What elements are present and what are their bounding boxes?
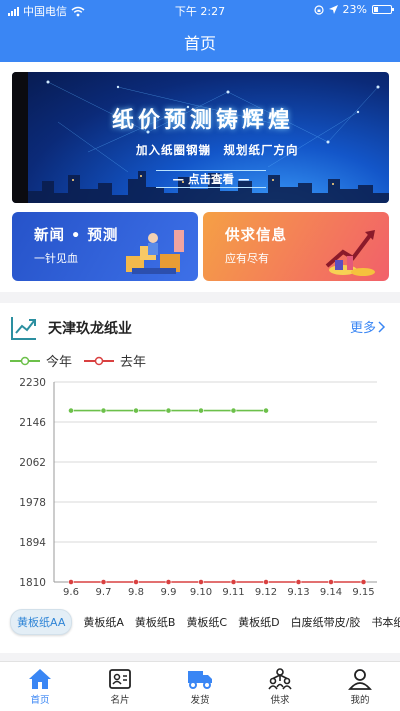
tab-supply-demand-label: 供求 (270, 695, 290, 706)
news-forecast-card[interactable]: 新闻 • 预测 一针见血 (12, 212, 198, 281)
screen: 中国电信 下午 2:27 23% 首页 纸价预测铸辉煌 加入纸圈钢镚 规划纸厂方… (0, 0, 400, 711)
paper-type-tab-active[interactable]: 黄板纸AA (10, 609, 73, 635)
paper-type-tab[interactable]: 黄板纸B (135, 614, 176, 630)
data-point-last-year (198, 579, 204, 585)
banner-title: 纸价预测铸辉煌 (112, 108, 295, 133)
chart-legend: 今年 去年 (10, 351, 158, 370)
chevron-right-icon (378, 320, 386, 333)
paper-type-tab[interactable]: 黄板纸D (238, 614, 279, 630)
x-tick-label: 9.11 (222, 587, 244, 598)
supply-card-title: 供求信息 (225, 228, 287, 244)
data-point-last-year (165, 579, 172, 585)
top-bar: 中国电信 下午 2:27 23% 首页 (0, 0, 400, 62)
tab-home[interactable]: 首页 (0, 662, 80, 711)
x-tick-label: 9.10 (190, 587, 212, 598)
promo-banner[interactable]: 纸价预测铸辉煌 加入纸圈钢镚 规划纸厂方向 — 点击查看 — (12, 72, 389, 203)
legend-last-year-marker (84, 356, 115, 365)
banner-view-button[interactable]: — 点击查看 — (156, 170, 266, 188)
tab-supply-demand[interactable]: 供求 (240, 662, 320, 711)
supply-demand-card[interactable]: 供求信息 应有尽有 (203, 212, 389, 281)
tab-mine-label: 我的 (350, 695, 370, 706)
y-tick-label: 2230 (19, 377, 46, 389)
legend-this-year-label: 今年 (46, 355, 73, 370)
data-point-this-year (165, 407, 172, 414)
paper-type-tabs: 黄板纸AA 黄板纸A 黄板纸B 黄板纸C 黄板纸D 白废纸带皮/胶 书本纸 (0, 606, 400, 638)
more-link[interactable]: 更多 (350, 317, 386, 336)
news-card-subtitle: 一针见血 (34, 252, 78, 265)
price-chart-section: 天津玖龙纸业 更多 今年 去年 2230 2146 2062 1978 1894 1810… (0, 303, 400, 653)
data-point-last-year (133, 579, 139, 585)
data-point-last-year (328, 579, 334, 585)
business-card-icon (109, 669, 131, 689)
company-name: 天津玖龙纸业 (48, 321, 132, 337)
page-title: 首页 (183, 34, 216, 53)
data-point-last-year (68, 579, 74, 585)
data-point-this-year (100, 407, 107, 414)
x-tick-label: 9.7 (96, 587, 112, 598)
data-point-last-year (295, 579, 302, 585)
y-tick-label: 2146 (19, 417, 46, 429)
x-tick-label: 9.8 (128, 587, 144, 598)
trend-chart-icon (11, 317, 36, 340)
x-tick-label: 9.9 (161, 587, 177, 598)
x-tick-label: 9.6 (63, 587, 79, 598)
y-tick-label: 1894 (19, 537, 46, 549)
price-line-chart: 2230 2146 2062 1978 1894 1810 9.6 9.7 9.8 9.9 9.10… (19, 377, 377, 598)
status-bar: 中国电信 下午 2:27 23% (0, 0, 400, 20)
user-icon (348, 669, 372, 690)
data-point-this-year (230, 407, 237, 414)
rotation-lock-icon (313, 4, 324, 15)
data-point-last-year (230, 579, 237, 585)
paper-type-tab[interactable]: 黄板纸A (83, 614, 124, 630)
battery-icon (372, 5, 394, 14)
truck-icon (188, 671, 212, 689)
x-tick-label: 9.14 (320, 587, 342, 598)
home-icon (29, 669, 51, 689)
news-card-title: 新闻 • 预测 (34, 228, 119, 244)
paper-type-tab[interactable]: 黄板纸C (186, 614, 227, 630)
legend-this-year[interactable]: 今年 (10, 351, 72, 370)
people-network-icon (268, 668, 292, 690)
y-tick-label: 1810 (19, 577, 46, 589)
tab-mine[interactable]: 我的 (320, 662, 400, 711)
growth-chart-icon (325, 230, 375, 276)
tab-business-card[interactable]: 名片 (80, 662, 160, 711)
bottom-tab-bar: 首页 名片 发货 供求 我的 (0, 661, 400, 711)
paper-type-tab[interactable]: 白废纸带皮/胶 (291, 614, 361, 630)
data-point-last-year (100, 579, 107, 585)
more-label: 更多 (349, 321, 376, 336)
location-icon (328, 5, 338, 14)
tab-shipping[interactable]: 发货 (160, 662, 240, 711)
supply-card-subtitle: 应有尽有 (225, 252, 269, 265)
tab-business-card-label: 名片 (110, 695, 130, 706)
x-tick-label: 9.12 (255, 587, 277, 598)
tab-home-label: 首页 (30, 695, 50, 706)
tab-shipping-label: 发货 (190, 695, 210, 706)
data-point-this-year (198, 407, 204, 414)
x-tick-label: 9.13 (287, 587, 309, 598)
banner-section: 纸价预测铸辉煌 加入纸圈钢镚 规划纸厂方向 — 点击查看 — 新闻 • 预测 一… (0, 62, 400, 292)
data-point-this-year (263, 407, 269, 414)
banner-subtitle: 加入纸圈钢镚 规划纸厂方向 (136, 143, 299, 157)
y-tick-label: 2062 (19, 457, 46, 469)
paper-type-tab[interactable]: 书本纸 (371, 614, 400, 630)
battery-percent: 23% (342, 3, 367, 16)
legend-last-year-label: 去年 (120, 355, 147, 370)
legend-this-year-marker (10, 356, 40, 365)
data-point-last-year (360, 579, 367, 585)
legend-last-year[interactable]: 去年 (84, 351, 146, 370)
data-point-this-year (133, 407, 139, 414)
delivery-boxes-icon (126, 230, 184, 274)
banner-left-strip (12, 72, 28, 203)
data-point-this-year (68, 407, 74, 414)
data-point-last-year (263, 579, 269, 585)
status-right: 23% (313, 3, 394, 16)
x-tick-label: 9.15 (352, 587, 374, 598)
y-tick-label: 1978 (19, 497, 46, 509)
